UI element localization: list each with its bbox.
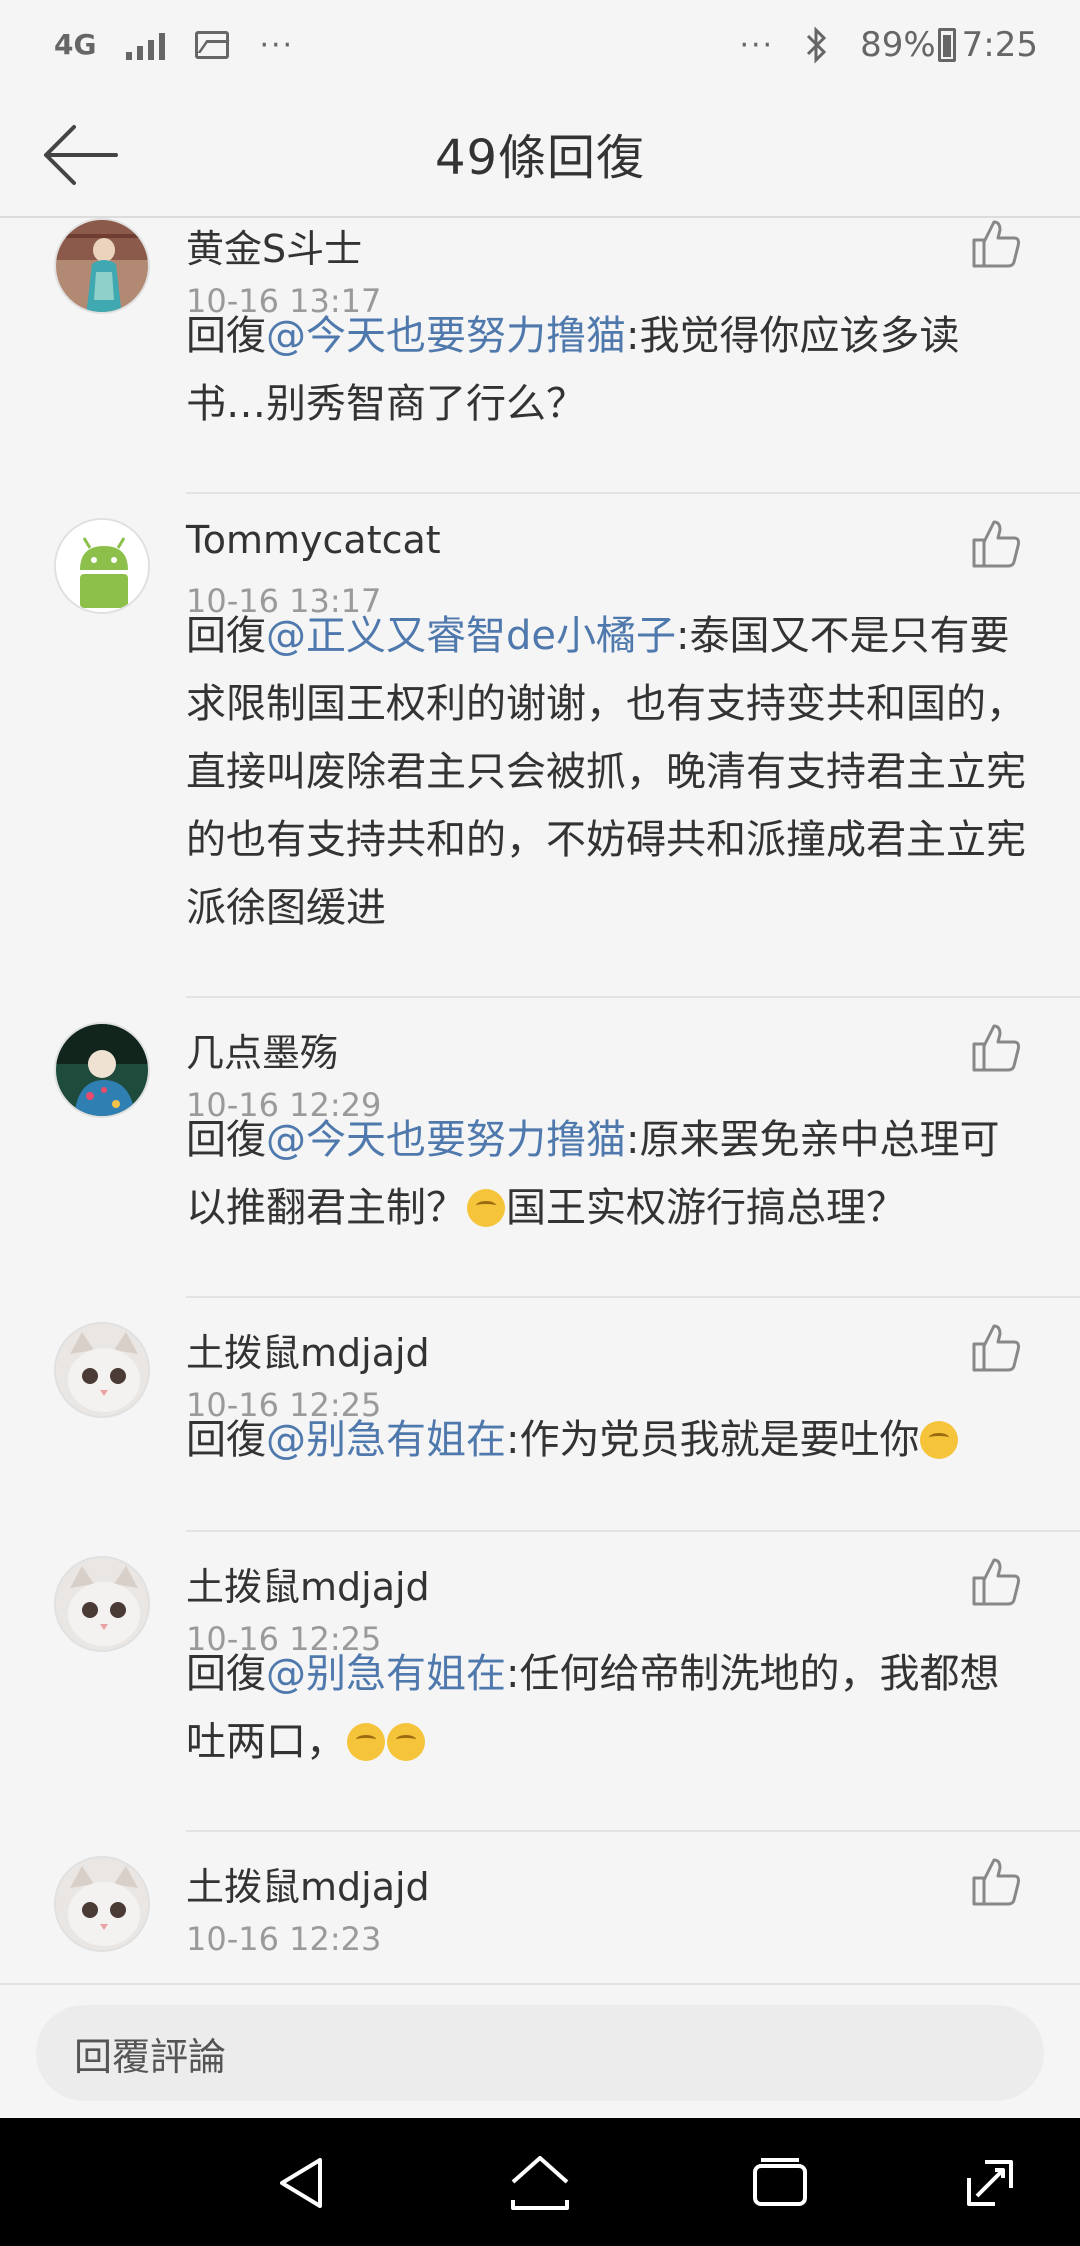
list-item: 土拨鼠mdjajd 10-16 12:23: [0, 1856, 1080, 1983]
comment-body: 回復@别急有姐在:任何给帝制洗地的，我都想吐两口，: [186, 1640, 1036, 1776]
mention-link[interactable]: @今天也要努力撸猫: [266, 1117, 626, 1163]
mention-link[interactable]: @今天也要努力撸猫: [266, 313, 626, 359]
comment-text: :泰国又不是只有要求限制国王权利的谢谢，也有支持变共和国的，直接叫废除君主只会被…: [186, 613, 1026, 931]
shush-emoji-icon: [387, 1723, 425, 1761]
reply-input-bar: 回覆評論: [0, 1983, 1080, 2118]
status-left: 4G ···: [54, 28, 294, 63]
system-nav-bar: [0, 2118, 1080, 2246]
thumbs-up-icon[interactable]: [970, 518, 1022, 570]
list-item: Tommycatcat 10-16 13:17 回復@正义又睿智de小橘子:泰国…: [0, 518, 1080, 998]
thumbs-up-icon[interactable]: [970, 1322, 1022, 1374]
comment-body: 回復@今天也要努力撸猫:我觉得你应该多读书…别秀智商了行么？: [186, 302, 1036, 438]
nav-home-icon[interactable]: [505, 2148, 575, 2218]
username[interactable]: 黄金S斗士: [186, 218, 362, 273]
shush-emoji-icon: [347, 1723, 385, 1761]
mention-link[interactable]: @别急有姐在: [266, 1417, 506, 1463]
username[interactable]: 土拨鼠mdjajd: [186, 1322, 430, 1377]
signal-icon: [126, 30, 166, 60]
avatar[interactable]: [54, 1022, 150, 1118]
comment-text-continued: 国王实权游行搞总理？: [506, 1185, 906, 1231]
username[interactable]: 几点墨殇: [186, 1022, 338, 1077]
battery-icon: [937, 28, 956, 62]
divider: [186, 996, 1080, 998]
reply-input[interactable]: 回覆評論: [36, 2005, 1044, 2101]
status-bar: 4G ··· ··· 89% 7:25: [0, 0, 1080, 90]
thumbs-up-icon[interactable]: [970, 1856, 1022, 1908]
header: 49條回復: [0, 90, 1080, 218]
avatar[interactable]: [54, 1322, 150, 1418]
username[interactable]: 土拨鼠mdjajd: [186, 1856, 430, 1911]
comment-body: 回復@正义又睿智de小橘子:泰国又不是只有要求限制国王权利的谢谢，也有支持变共和…: [186, 602, 1036, 942]
timestamp: 10-16 12:23: [186, 1920, 382, 1958]
reply-prefix: 回復: [186, 1417, 266, 1463]
more-status-icon: ···: [739, 27, 775, 63]
bluetooth-icon: [807, 26, 827, 64]
avatar[interactable]: [54, 1556, 150, 1652]
mention-link[interactable]: @别急有姐在: [266, 1651, 506, 1697]
battery-status: 89%: [860, 25, 956, 65]
avatar[interactable]: [54, 1856, 150, 1952]
thumbs-up-icon[interactable]: [970, 1556, 1022, 1608]
comment-text: :作为党员我就是要吐你: [506, 1417, 920, 1463]
mention-link[interactable]: @正义又睿智de小橘子: [266, 613, 676, 659]
more-notifications-icon: ···: [259, 27, 295, 63]
nav-recents-icon[interactable]: [745, 2148, 815, 2218]
back-arrow-icon[interactable]: [40, 120, 120, 190]
list-item: 黄金S斗士 10-16 13:17 回復@今天也要努力撸猫:我觉得你应该多读书……: [0, 218, 1080, 494]
reply-prefix: 回復: [186, 1117, 266, 1163]
divider: [186, 1830, 1080, 1832]
battery-percent: 89%: [860, 25, 936, 65]
reply-prefix: 回復: [186, 613, 266, 659]
avatar[interactable]: [54, 218, 150, 314]
list-item: 土拨鼠mdjajd 10-16 12:25 回復@别急有姐在:任何给帝制洗地的，…: [0, 1556, 1080, 1832]
reply-prefix: 回復: [186, 313, 266, 359]
list-item: 几点墨殇 10-16 12:29 回復@今天也要努力撸猫:原来罢免亲中总理可以推…: [0, 1022, 1080, 1298]
clock: 7:25: [961, 25, 1038, 65]
nav-expand-icon[interactable]: [955, 2148, 1025, 2218]
divider: [186, 1530, 1080, 1532]
reply-list[interactable]: 黄金S斗士 10-16 13:17 回復@今天也要努力撸猫:我觉得你应该多读书……: [0, 218, 1080, 1983]
divider: [186, 492, 1080, 494]
thumbs-up-icon[interactable]: [970, 218, 1022, 270]
shush-emoji-icon: [920, 1421, 959, 1459]
comment-body: 回復@别急有姐在:作为党员我就是要吐你: [186, 1406, 1036, 1474]
page-title: 49條回復: [434, 130, 646, 186]
image-notification-icon: [195, 31, 230, 59]
divider: [186, 1296, 1080, 1298]
status-right: ··· 89% 7:25: [739, 25, 1038, 65]
network-type: 4G: [54, 28, 97, 61]
list-item: 土拨鼠mdjajd 10-16 12:25 回復@别急有姐在:作为党员我就是要吐…: [0, 1322, 1080, 1532]
thumbs-up-icon[interactable]: [970, 1022, 1022, 1074]
avatar[interactable]: [54, 518, 150, 614]
nav-back-icon[interactable]: [268, 2148, 338, 2218]
username[interactable]: Tommycatcat: [186, 518, 441, 562]
shush-emoji-icon: [467, 1189, 505, 1227]
username[interactable]: 土拨鼠mdjajd: [186, 1556, 430, 1611]
comment-body: 回復@今天也要努力撸猫:原来罢免亲中总理可以推翻君主制？ 国王实权游行搞总理？: [186, 1106, 1036, 1242]
reply-prefix: 回復: [186, 1651, 266, 1697]
